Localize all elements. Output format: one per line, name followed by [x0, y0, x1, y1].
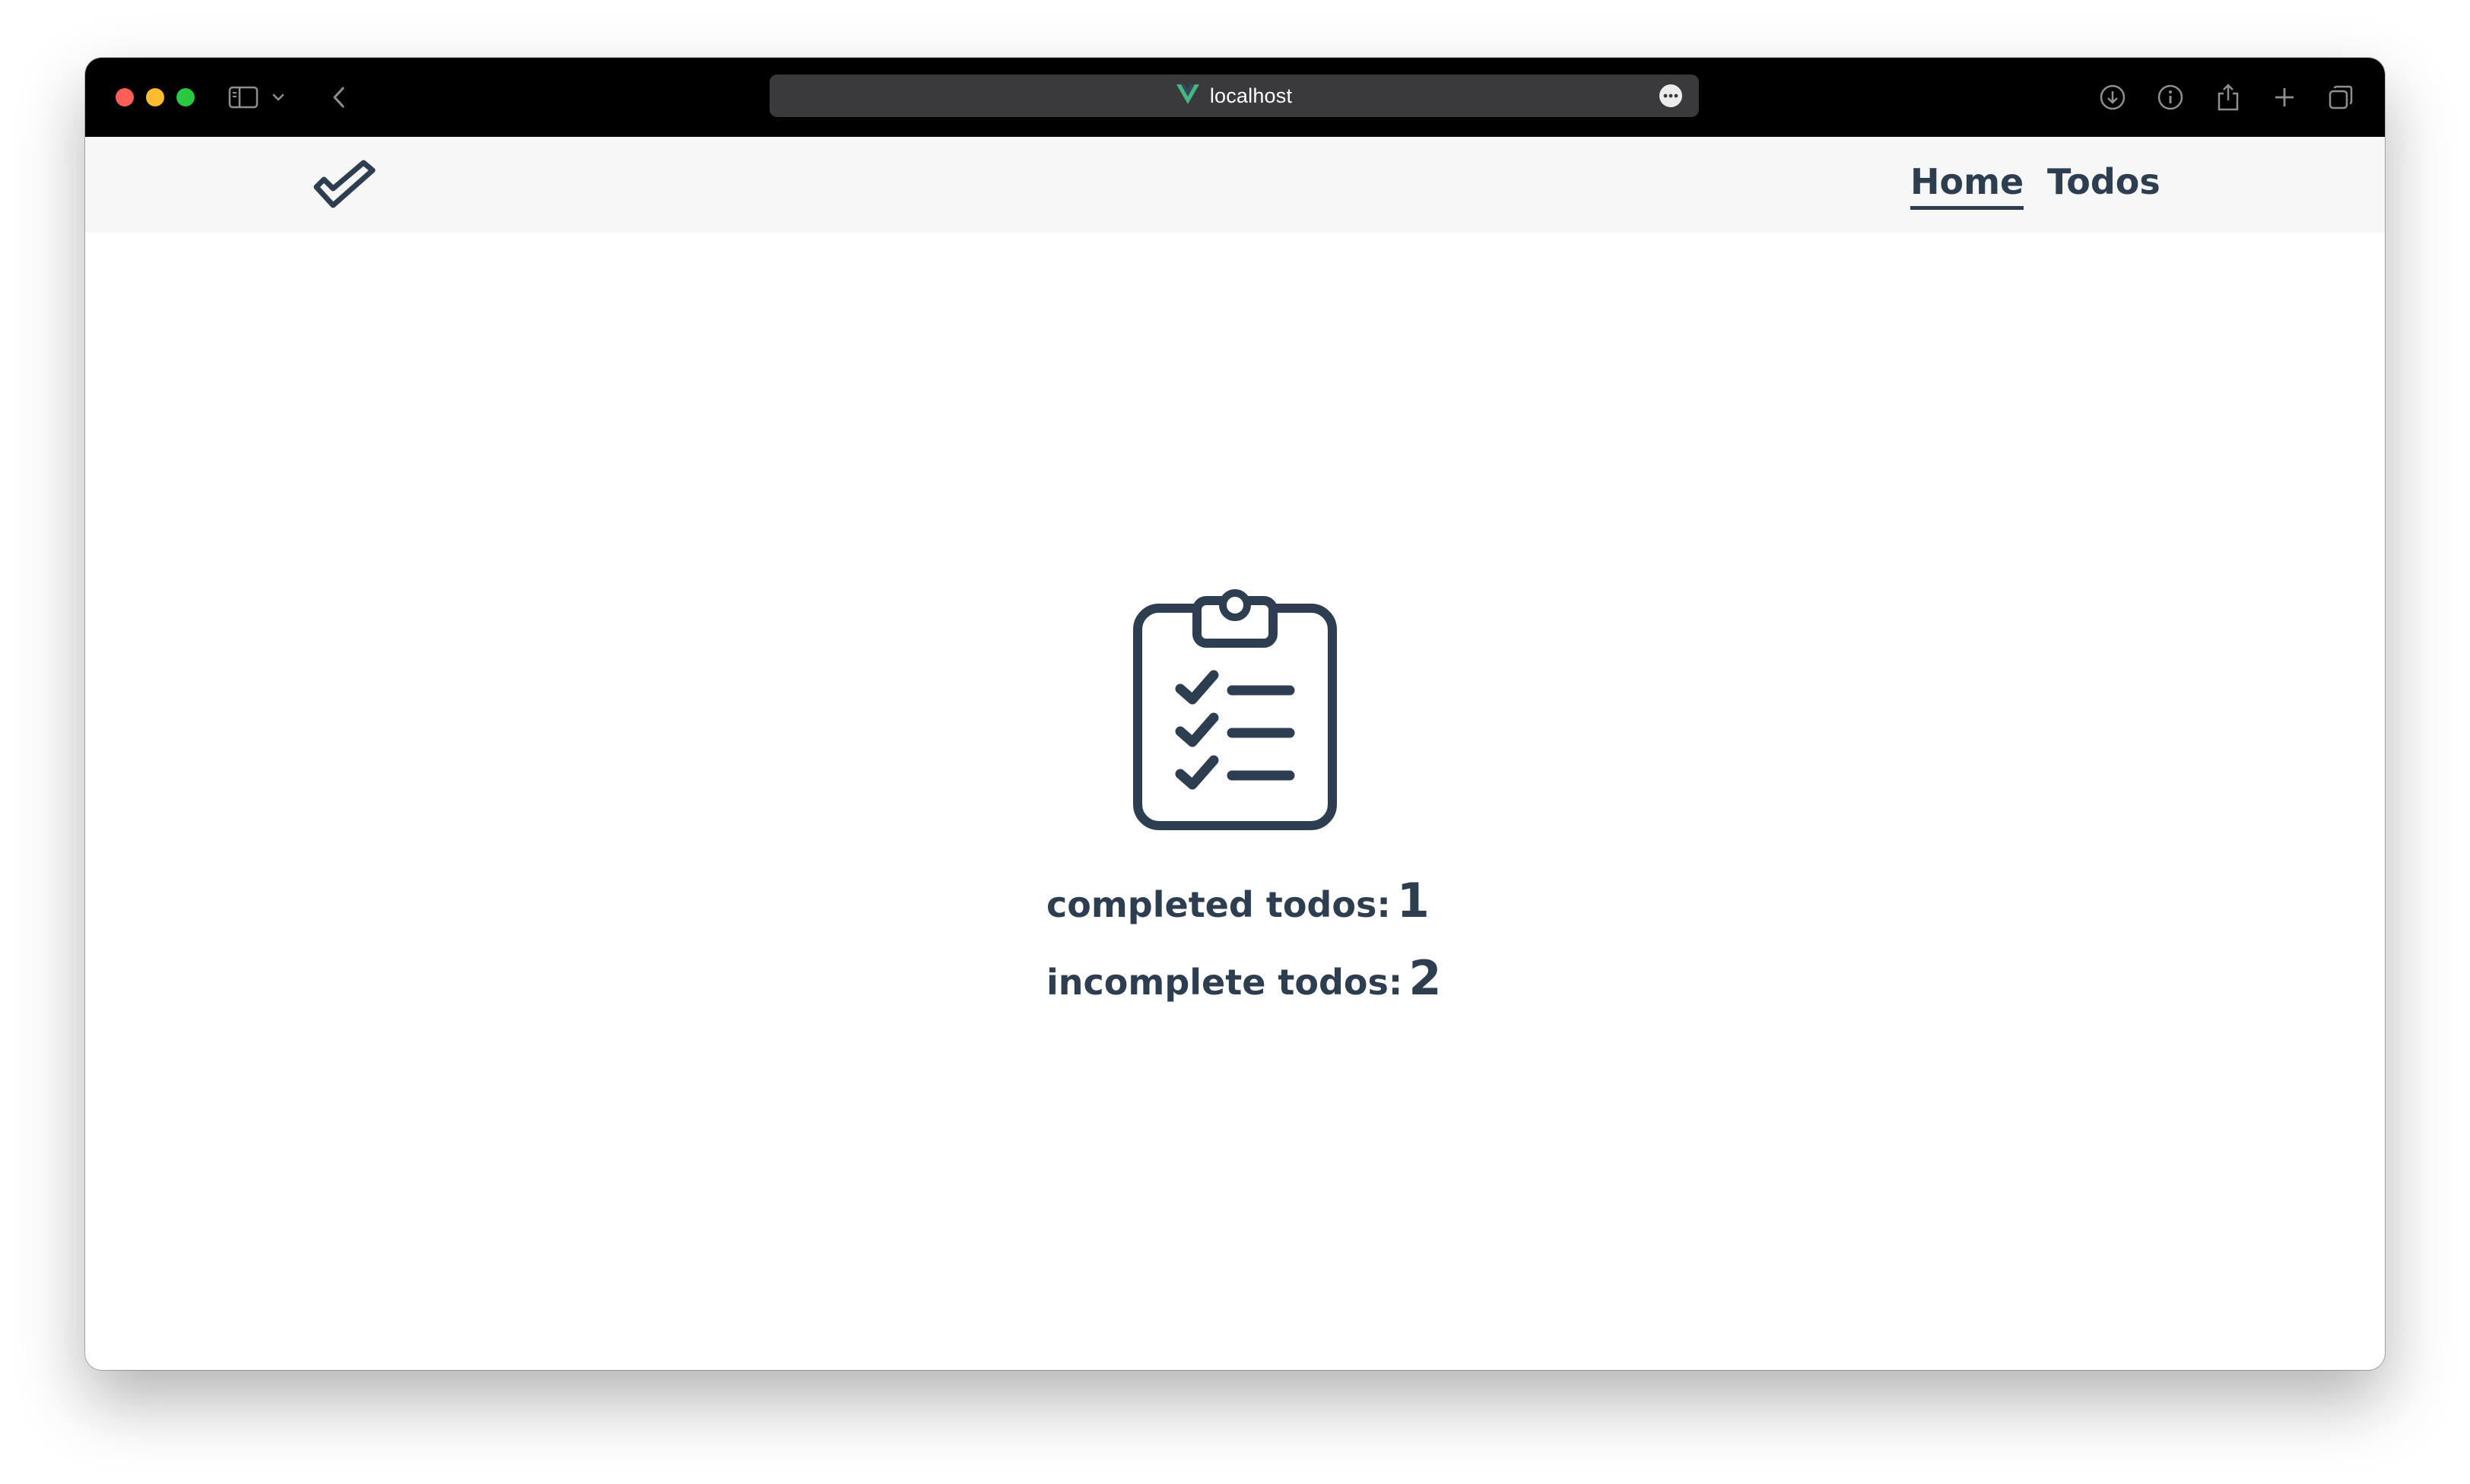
back-arrow-icon[interactable] — [322, 81, 356, 114]
chevron-down-icon[interactable] — [268, 81, 289, 114]
address-text: localhost — [1209, 84, 1293, 107]
incomplete-todos-label: incomplete todos: — [1046, 962, 1403, 1003]
completed-todos-stat: completed todos: 1 — [1046, 873, 1430, 928]
nav-link-todos[interactable]: Todos — [2047, 158, 2160, 205]
download-icon[interactable] — [2096, 81, 2129, 114]
completed-todos-label: completed todos: — [1046, 884, 1391, 925]
browser-window: localhost Home Todos completed todos: 1 … — [85, 58, 2385, 1370]
share-icon[interactable] — [2211, 81, 2245, 114]
app-navbar: Home Todos — [85, 137, 2385, 233]
address-bar[interactable]: localhost — [770, 75, 1699, 117]
main-content: completed todos: 1 incomplete todos: 2 — [85, 233, 2385, 1370]
maximize-window-button[interactable] — [176, 88, 195, 106]
double-check-icon[interactable] — [313, 160, 377, 208]
sidebar-icon[interactable] — [227, 81, 260, 114]
completed-todos-count: 1 — [1396, 873, 1430, 928]
incomplete-todos-count: 2 — [1408, 950, 1442, 1006]
incomplete-todos-stat: incomplete todos: 2 — [1046, 950, 1441, 1006]
close-window-button[interactable] — [116, 88, 134, 106]
address-content: localhost — [770, 75, 1699, 117]
vue-logo-icon — [1176, 84, 1199, 107]
info-icon[interactable] — [2154, 81, 2187, 114]
minimize-window-button[interactable] — [146, 88, 164, 106]
browser-titlebar: localhost — [85, 58, 2385, 137]
nav-link-home[interactable]: Home — [1910, 158, 2024, 210]
more-icon[interactable] — [1659, 84, 1682, 107]
clipboard-checklist-icon — [1133, 588, 1337, 830]
tabs-icon[interactable] — [2324, 81, 2357, 114]
plus-icon[interactable] — [2268, 81, 2301, 114]
